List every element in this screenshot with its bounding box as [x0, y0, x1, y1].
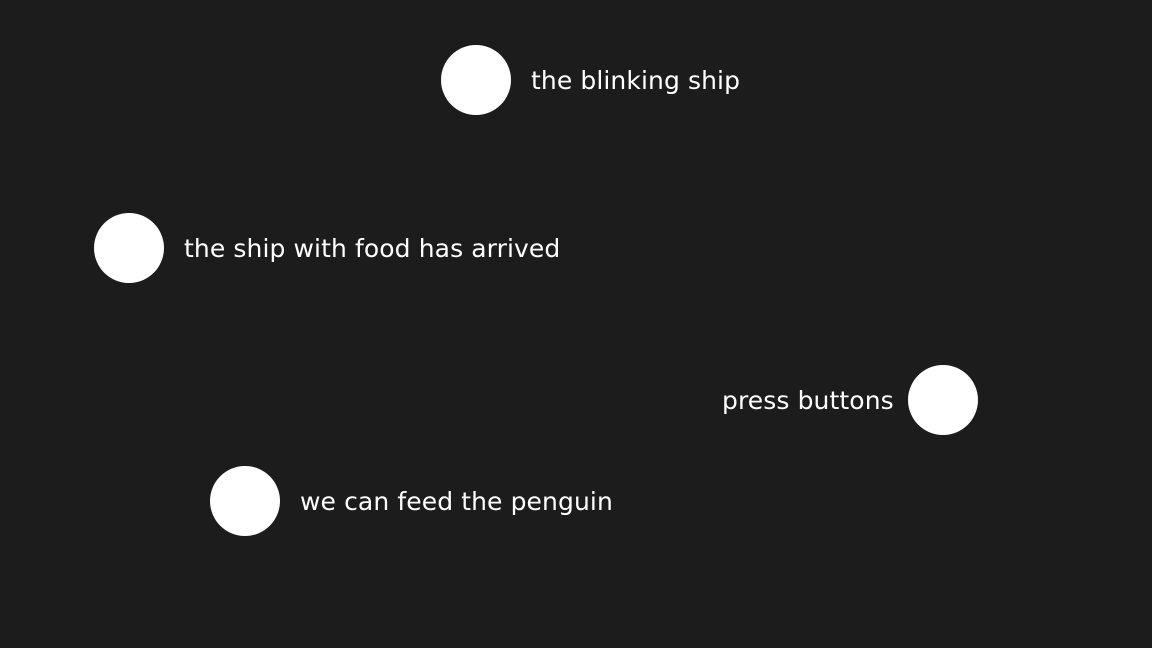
circle-node-icon[interactable] [441, 45, 511, 115]
choice-label: the ship with food has arrived [184, 233, 561, 263]
story-graph-canvas: the blinking ship the ship with food has… [0, 0, 1152, 648]
circle-node-icon[interactable] [210, 466, 280, 536]
choice-the-blinking-ship[interactable]: the blinking ship [441, 45, 740, 115]
choice-press-buttons[interactable]: press buttons [722, 365, 978, 435]
choice-feed-the-penguin[interactable]: we can feed the penguin [210, 466, 613, 536]
choice-label: press buttons [722, 385, 894, 415]
choice-label: we can feed the penguin [300, 486, 613, 516]
circle-node-icon[interactable] [907, 365, 978, 435]
choice-label: the blinking ship [531, 65, 741, 95]
circle-node-icon[interactable] [94, 213, 164, 283]
choice-ship-with-food[interactable]: the ship with food has arrived [94, 213, 560, 283]
